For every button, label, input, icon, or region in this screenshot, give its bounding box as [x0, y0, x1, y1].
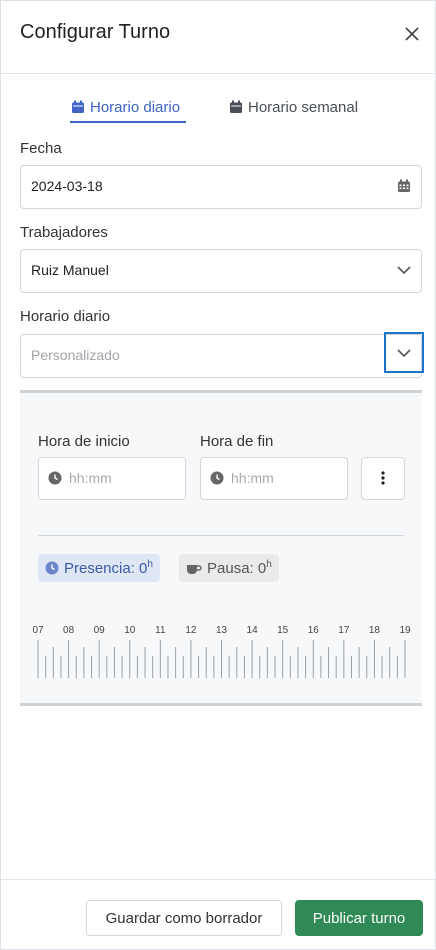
schedule-tabs: Horario diario Horario semanal [1, 95, 435, 127]
pause-badge: Pausa: 0h [179, 554, 279, 582]
end-time-label: Hora de fin [200, 433, 274, 450]
hour-tick-label: 19 [399, 625, 411, 636]
chevron-down-icon [397, 349, 411, 358]
hour-tick-label: 14 [247, 625, 259, 636]
hour-tick-label: 08 [63, 625, 75, 636]
save-draft-button[interactable]: Guardar como borrador [86, 900, 282, 936]
date-label: Fecha [20, 140, 62, 157]
pause-text: Pausa: 0h [207, 559, 272, 577]
tab-daily-schedule[interactable]: Horario diario [71, 95, 180, 119]
presence-text: Presencia: 0h [64, 559, 153, 577]
hour-tick-label: 09 [94, 625, 106, 636]
hour-tick-label: 13 [216, 625, 228, 636]
clock-icon [45, 561, 59, 575]
dropdown-toggle[interactable] [384, 332, 424, 373]
date-value: 2024-03-18 [31, 178, 103, 194]
daily-schedule-label: Horario diario [20, 308, 111, 325]
hour-tick-label: 12 [185, 625, 197, 636]
divider [38, 535, 404, 536]
hour-tick-label: 07 [32, 625, 44, 636]
date-field[interactable]: 2024-03-18 [20, 165, 422, 209]
hour-tick-label: 10 [124, 625, 136, 636]
start-time-input[interactable]: hh:mm [38, 457, 186, 500]
daily-schedule-placeholder: Personalizado [31, 347, 120, 363]
calendar-icon [72, 100, 84, 113]
coffee-cup-icon [187, 565, 202, 574]
workers-label: Trabajadores [20, 224, 108, 241]
publish-shift-button[interactable]: Publicar turno [295, 900, 423, 936]
hour-timeline: 07 08 09 10 11 12 13 14 15 16 17 18 19 [32, 625, 411, 678]
chevron-down-icon [397, 266, 411, 275]
hour-tick-label: 18 [369, 625, 381, 636]
workers-value: Ruiz Manuel [31, 262, 109, 278]
tab-weekly-schedule[interactable]: Horario semanal [229, 95, 358, 119]
clock-icon [210, 471, 224, 485]
calendar-icon [230, 100, 242, 113]
shift-config-panel: Configurar Turno Horario diario Horario … [0, 0, 436, 950]
start-time-label: Hora de inicio [38, 433, 130, 450]
hour-tick-label: 11 [155, 625, 166, 636]
schedule-editor: Hora de inicio Hora de fin hh:mm hh:mm P… [20, 390, 422, 706]
end-time-placeholder: hh:mm [231, 470, 274, 486]
tab-label: Horario diario [90, 98, 181, 116]
presence-badge: Presencia: 0h [38, 554, 160, 582]
close-icon[interactable] [403, 25, 421, 43]
clock-icon [48, 471, 62, 485]
workers-select[interactable]: Ruiz Manuel [20, 249, 422, 293]
panel-footer: Guardar como borrador Publicar turno [1, 879, 435, 950]
more-options-button[interactable] [361, 457, 405, 500]
daily-schedule-select[interactable]: Personalizado [20, 332, 424, 378]
hour-tick-label: 15 [277, 625, 289, 636]
hour-tick-label: 16 [308, 625, 320, 636]
start-time-placeholder: hh:mm [69, 470, 112, 486]
calendar-icon[interactable] [397, 179, 411, 193]
hour-tick-label: 17 [338, 625, 350, 636]
tab-label: Horario semanal [248, 98, 359, 116]
kebab-menu-icon [381, 471, 385, 485]
panel-header: Configurar Turno [1, 1, 435, 74]
end-time-input[interactable]: hh:mm [200, 457, 348, 500]
active-tab-indicator [70, 121, 186, 123]
panel-title: Configurar Turno [20, 21, 171, 43]
